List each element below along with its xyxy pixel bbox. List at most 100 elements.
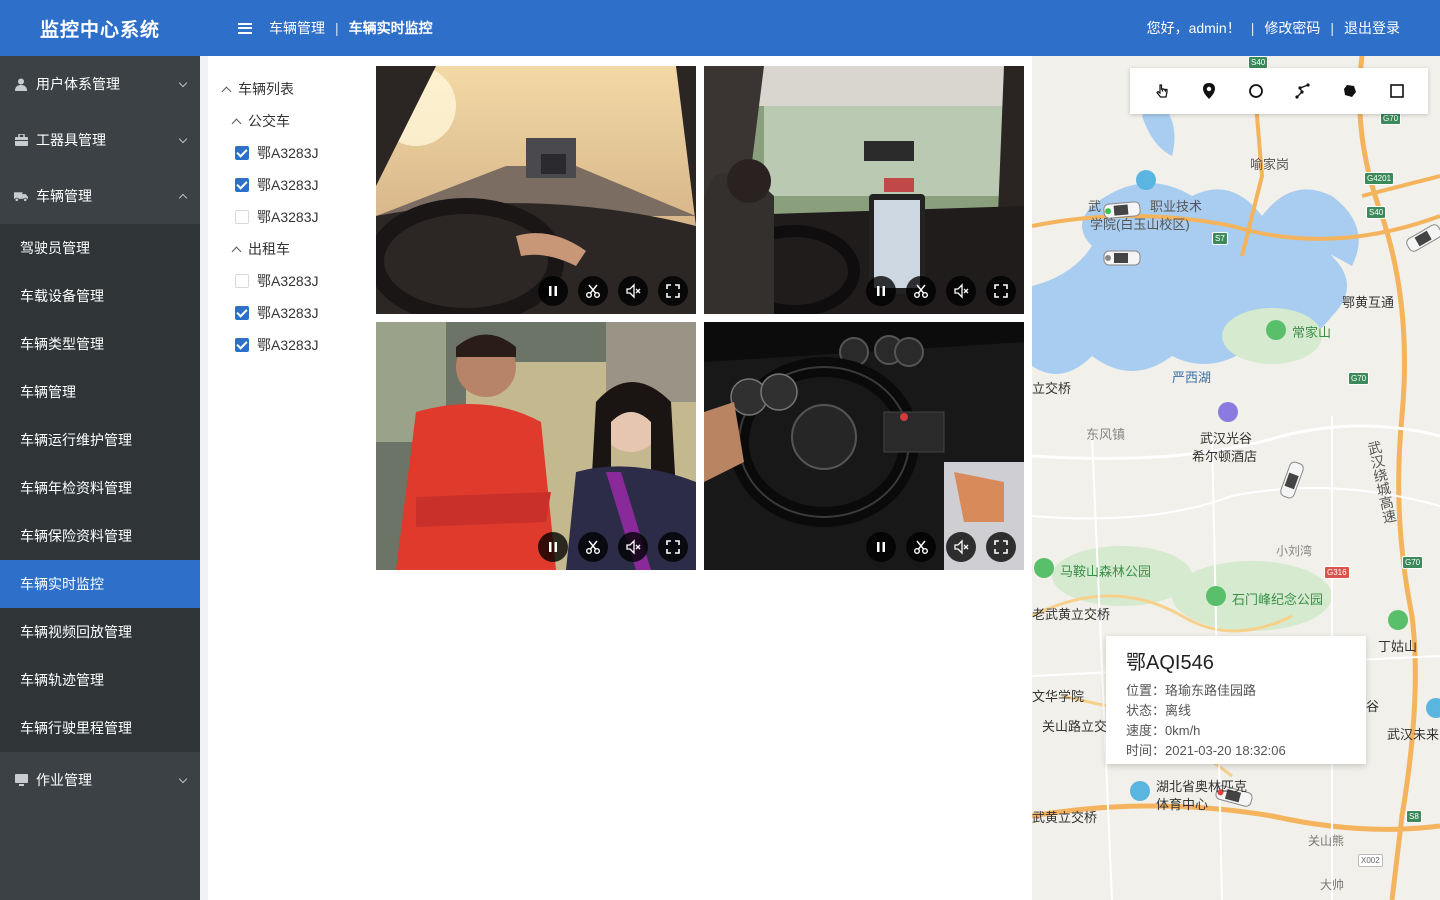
info-value: 离线 xyxy=(1165,703,1192,718)
user-area: 您好，admin！ | 修改密码 | 退出登录 xyxy=(1147,18,1400,38)
fullscreen-icon[interactable] xyxy=(658,532,688,562)
tree-item[interactable]: 鄂A3283J xyxy=(208,329,368,361)
video-player-3[interactable] xyxy=(376,322,696,570)
sidebar-group-label: 工器具管理 xyxy=(36,132,106,148)
tree-item[interactable]: 鄂A3283J xyxy=(208,265,368,297)
mute-icon[interactable] xyxy=(946,276,976,306)
info-label: 时间： xyxy=(1126,743,1166,758)
sidebar-item-driver[interactable]: 驾驶员管理 xyxy=(0,224,200,272)
mute-icon[interactable] xyxy=(618,276,648,306)
chevron-down-icon xyxy=(178,134,188,144)
sidebar-item-insurance[interactable]: 车辆保险资料管理 xyxy=(0,512,200,560)
change-password-link[interactable]: 修改密码 xyxy=(1264,18,1320,38)
map-label: 立交桥 xyxy=(1032,381,1072,396)
breadcrumb: 车辆管理 | 车辆实时监控 xyxy=(269,18,433,38)
fullscreen-icon[interactable] xyxy=(658,276,688,306)
info-value: 2021-03-20 18:32:06 xyxy=(1165,743,1286,758)
pointer-icon[interactable] xyxy=(1150,79,1174,103)
tree-item[interactable]: 鄂A3283J xyxy=(208,137,368,169)
mute-icon[interactable] xyxy=(946,532,976,562)
sidebar-item-onboard-device[interactable]: 车载设备管理 xyxy=(0,272,200,320)
polygon-icon[interactable] xyxy=(1338,79,1362,103)
sidebar-group-user-system[interactable]: 用户体系管理 xyxy=(0,56,200,112)
marker-icon[interactable] xyxy=(1197,79,1221,103)
map-label: 谷 xyxy=(1366,699,1380,714)
sidebar-item-mileage[interactable]: 车辆行驶里程管理 xyxy=(0,704,200,752)
pause-icon[interactable] xyxy=(866,532,896,562)
rectangle-icon[interactable] xyxy=(1385,79,1409,103)
video-controls xyxy=(866,276,1016,306)
caret-up-icon xyxy=(221,86,232,96)
caret-up-icon xyxy=(231,246,242,256)
sidebar-group-tools[interactable]: 工器具管理 xyxy=(0,112,200,168)
scissors-icon[interactable] xyxy=(906,532,936,562)
greeting-text: 您好，admin！ xyxy=(1146,20,1241,36)
map-label: 小刘湾 xyxy=(1276,544,1313,558)
circle-icon[interactable] xyxy=(1244,79,1268,103)
info-label: 位置： xyxy=(1126,683,1166,698)
info-label: 状态： xyxy=(1126,703,1166,718)
info-value: 0km/h xyxy=(1165,723,1201,738)
sidebar-group-vehicle[interactable]: 车辆管理 xyxy=(0,168,200,224)
breadcrumb-item-vehicle[interactable]: 车辆管理 xyxy=(269,18,325,38)
checkbox[interactable] xyxy=(235,338,249,352)
tree-root[interactable]: 车辆列表 xyxy=(208,73,368,105)
sidebar: 用户体系管理 工器具管理 车辆管理 驾驶员管理 车载设备管理 车辆类型管理 车辆… xyxy=(0,56,200,900)
info-speed: 速度：0km/h xyxy=(1126,721,1346,741)
pause-icon[interactable] xyxy=(538,276,568,306)
map-label: 武汉光谷 xyxy=(1200,431,1253,446)
map-label: 丁姑山 xyxy=(1378,639,1418,654)
map-label: 老武黄立交桥 xyxy=(1032,607,1111,622)
tree-item-label: 鄂A3283J xyxy=(257,209,319,225)
scissors-icon[interactable] xyxy=(578,532,608,562)
video-player-2[interactable] xyxy=(704,66,1024,314)
map-label: 武汉未来 xyxy=(1387,727,1440,742)
map-label: 关山路立交 xyxy=(1042,719,1108,734)
map-label: 希尔顿酒店 xyxy=(1192,449,1258,464)
tree-item[interactable]: 鄂A3283J xyxy=(208,297,368,329)
logout-link[interactable]: 退出登录 xyxy=(1344,18,1400,38)
sidebar-item-vehicle-type[interactable]: 车辆类型管理 xyxy=(0,320,200,368)
fullscreen-icon[interactable] xyxy=(986,532,1016,562)
scissors-icon[interactable] xyxy=(906,276,936,306)
sidebar-group-label: 车辆管理 xyxy=(36,188,92,204)
video-player-1[interactable] xyxy=(376,66,696,314)
sidebar-item-annual-inspection[interactable]: 车辆年检资料管理 xyxy=(0,464,200,512)
sidebar-item-realtime-monitor[interactable]: 车辆实时监控 xyxy=(0,560,200,608)
tree-item[interactable]: 鄂A3283J xyxy=(208,201,368,233)
sidebar-item-vehicle[interactable]: 车辆管理 xyxy=(0,368,200,416)
pause-icon[interactable] xyxy=(538,532,568,562)
map-label: 常家山 xyxy=(1292,325,1332,340)
scissors-icon[interactable] xyxy=(578,276,608,306)
polyline-icon[interactable] xyxy=(1291,79,1315,103)
vehicle-submenu: 驾驶员管理 车载设备管理 车辆类型管理 车辆管理 车辆运行维护管理 车辆年检资料… xyxy=(0,224,200,752)
tree-item-label: 鄂A3283J xyxy=(257,337,319,353)
map-label: 石门峰纪念公园 xyxy=(1232,592,1324,607)
checkbox[interactable] xyxy=(235,210,249,224)
info-label: 速度： xyxy=(1126,723,1166,738)
top-header: 监控中心系统 车辆管理 | 车辆实时监控 您好，admin！ | 修改密码 | … xyxy=(0,0,1440,56)
map-view[interactable]: S40 G70 G4201 S40 S7 G70 G316 G70 S8 喻家岗… xyxy=(1032,56,1440,900)
map-draw-toolbar xyxy=(1130,68,1428,114)
caret-up-icon xyxy=(231,118,242,128)
menu-toggle-icon[interactable] xyxy=(238,22,252,34)
sidebar-item-maintenance[interactable]: 车辆运行维护管理 xyxy=(0,416,200,464)
checkbox[interactable] xyxy=(235,274,249,288)
checkbox[interactable] xyxy=(235,178,249,192)
tree-item[interactable]: 鄂A3283J xyxy=(208,169,368,201)
chevron-down-icon xyxy=(178,78,188,88)
video-player-4[interactable] xyxy=(704,322,1024,570)
highway-badge: S8 xyxy=(1406,810,1422,823)
sidebar-item-track[interactable]: 车辆轨迹管理 xyxy=(0,656,200,704)
mute-icon[interactable] xyxy=(618,532,648,562)
checkbox[interactable] xyxy=(235,146,249,160)
fullscreen-icon[interactable] xyxy=(986,276,1016,306)
info-location: 位置：珞瑜东路佳园路 xyxy=(1126,681,1346,701)
checkbox[interactable] xyxy=(235,306,249,320)
tree-group-bus[interactable]: 公交车 xyxy=(208,105,368,137)
sidebar-group-operation[interactable]: 作业管理 xyxy=(0,752,200,808)
vehicle-plate: 鄂AQI546 xyxy=(1126,652,1214,674)
sidebar-item-video-playback[interactable]: 车辆视频回放管理 xyxy=(0,608,200,656)
pause-icon[interactable] xyxy=(866,276,896,306)
tree-group-taxi[interactable]: 出租车 xyxy=(208,233,368,265)
